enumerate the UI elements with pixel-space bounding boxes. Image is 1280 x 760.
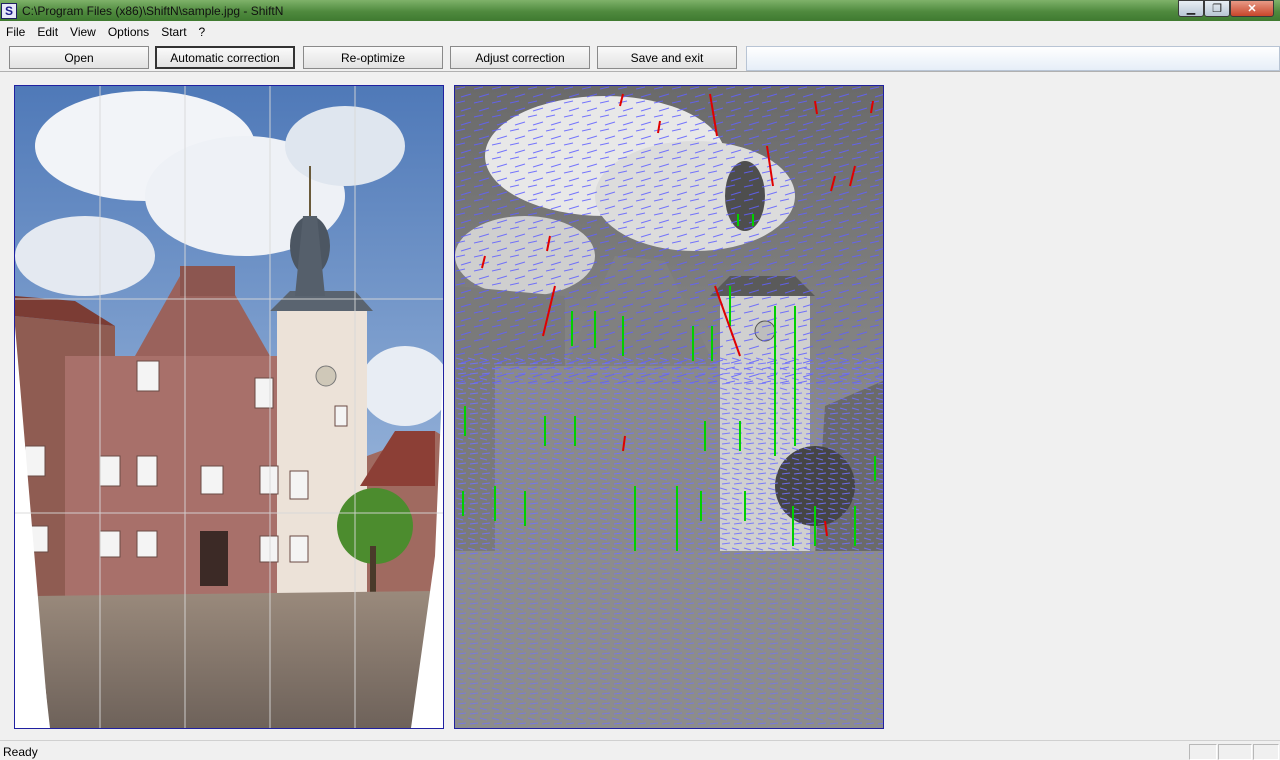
automatic-correction-button[interactable]: Automatic correction [155,46,295,69]
edge-detection-image [455,86,883,728]
status-bar: Ready [0,740,1280,760]
title-bar: S C:\Program Files (x86)\ShiftN\sample.j… [0,0,1280,21]
save-exit-button[interactable]: Save and exit [597,46,737,69]
minimize-icon: ▁ [1186,3,1196,15]
close-icon: ✕ [1247,3,1257,15]
work-area [0,72,1280,740]
open-button[interactable]: Open [9,46,149,69]
adjust-correction-button[interactable]: Adjust correction [450,46,590,69]
close-button[interactable]: ✕ [1230,0,1274,17]
menu-bar: File Edit View Options Start ? [0,21,1280,42]
menu-options[interactable]: Options [102,25,155,39]
status-cell-2 [1218,744,1252,760]
corrected-image [15,86,443,728]
menu-start[interactable]: Start [155,25,192,39]
menu-edit[interactable]: Edit [31,25,64,39]
status-cell-1 [1189,744,1217,760]
menu-view[interactable]: View [64,25,102,39]
reoptimize-button[interactable]: Re-optimize [303,46,443,69]
empty-area [884,72,1280,740]
restore-button[interactable]: ❐ [1204,0,1230,17]
window-controls: ▁ ❐ ✕ [1178,0,1274,17]
edge-detection-panel[interactable] [454,85,884,729]
window-title: C:\Program Files (x86)\ShiftN\sample.jpg… [22,3,284,18]
restore-icon: ❐ [1212,3,1222,15]
app-icon[interactable]: S [1,2,17,19]
minimize-button[interactable]: ▁ [1178,0,1204,17]
warped-photo [15,86,443,728]
status-text: Ready [3,745,38,759]
status-cell-3 [1253,744,1279,760]
corrected-image-panel[interactable] [14,85,444,729]
menu-help[interactable]: ? [193,25,212,39]
toolbar: Open Automatic correction Re-optimize Ad… [0,42,1280,72]
toolbar-spacer [746,46,1280,71]
menu-file[interactable]: File [0,25,31,39]
